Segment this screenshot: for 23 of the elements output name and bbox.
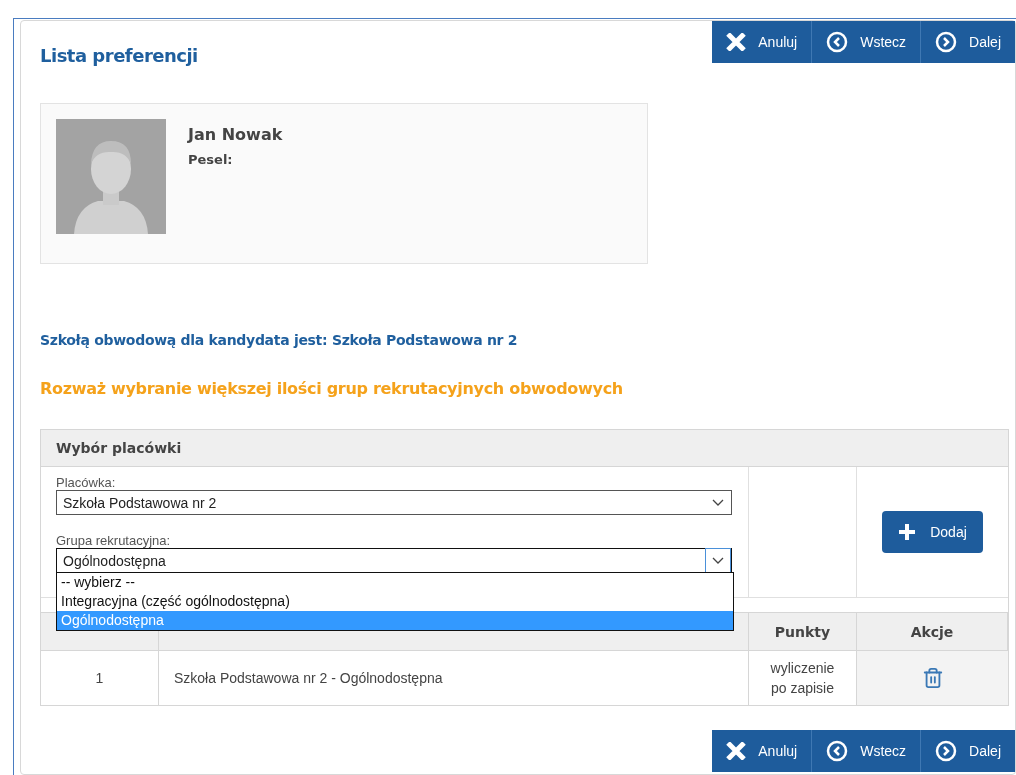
- pesel-label: Pesel:: [188, 152, 234, 167]
- close-icon: [726, 742, 747, 760]
- panel-title: Wybór placówki: [41, 430, 1008, 467]
- delete-icon[interactable]: [921, 667, 944, 689]
- chevron-right-circle-icon: [935, 740, 958, 762]
- column-header: Punkty: [749, 613, 857, 651]
- add-button[interactable]: Dodaj: [882, 511, 983, 553]
- avatar-placeholder-icon: [56, 119, 166, 234]
- column-header: Akcje: [857, 613, 1008, 651]
- plus-icon: [898, 523, 917, 541]
- caret-icon: [712, 499, 724, 506]
- caret-icon: [712, 557, 724, 564]
- warning-text: Rozważ wybranie większej ilości grup rekrutacyjnych obwodowych: [40, 379, 624, 398]
- page-title: Lista preferencji: [40, 45, 198, 66]
- field-label: Placówka:: [56, 475, 117, 490]
- chevron-left-circle-icon: [826, 740, 849, 762]
- candidate-name: Jan Nowak: [188, 125, 283, 144]
- select-field[interactable]: Szkoła Podstawowa nr 2: [56, 490, 732, 515]
- close-icon: [726, 33, 747, 51]
- chevron-left-circle-icon: [826, 31, 849, 53]
- chevron-right-circle-icon: [935, 31, 958, 53]
- field-label: Grupa rekrutacyjna:: [56, 533, 172, 548]
- district-school-text: Szkołą obwodową dla kandydata jest: Szkoła Podstawowa nr 2: [40, 332, 519, 348]
